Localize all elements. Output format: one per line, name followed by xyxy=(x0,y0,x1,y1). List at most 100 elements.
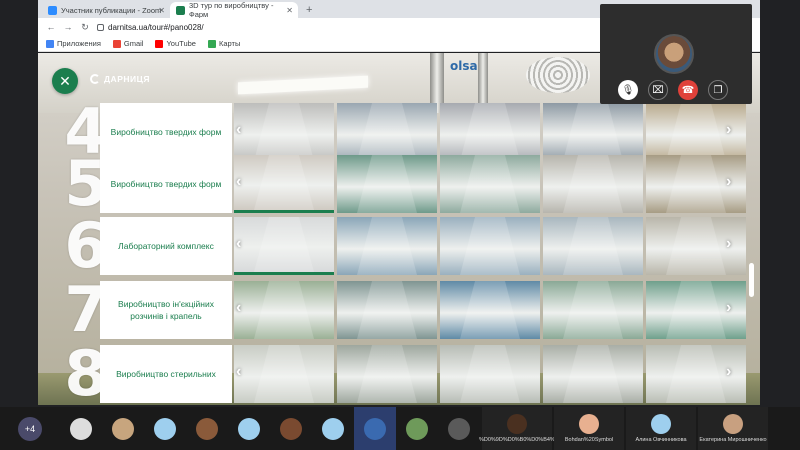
close-button[interactable]: ✕ xyxy=(52,68,78,94)
participant-tile[interactable] xyxy=(354,407,396,450)
scroll-right-icon[interactable]: › xyxy=(726,363,731,381)
bookmark-gmail[interactable]: Gmail xyxy=(112,39,144,48)
tab-zoom[interactable]: Участник публикации - Zoom ✕ xyxy=(42,2,170,18)
participant-tile[interactable]: Екатерина Мирошниченко xyxy=(698,407,768,450)
video-off-icon[interactable]: ⌧ xyxy=(648,80,668,100)
zoom-video-panel: 🎙 ⌧ ☎ ❐ xyxy=(600,4,752,104)
avatar xyxy=(154,417,176,440)
back-icon[interactable]: ← xyxy=(46,22,56,32)
section-label-card[interactable]: Лабораторний комплекс xyxy=(100,217,232,275)
microphone-icon[interactable]: 🎙 xyxy=(618,80,638,100)
participant-tile[interactable] xyxy=(438,407,480,450)
participant-tile[interactable] xyxy=(270,407,312,450)
panorama-thumbnails xyxy=(234,155,746,213)
tour-section-row[interactable]: 7 Виробництво ін'єкційних розчинів і крап… xyxy=(60,277,746,343)
panorama-thumbnail[interactable] xyxy=(234,345,334,403)
panorama-thumbnail[interactable] xyxy=(337,103,437,161)
panorama-thumbnail[interactable] xyxy=(440,155,540,213)
darnitsa-logo-icon xyxy=(90,74,100,84)
section-label-card[interactable]: Виробництво твердих форм xyxy=(100,103,232,161)
panorama-thumbnail[interactable] xyxy=(440,281,540,339)
participant-tile[interactable] xyxy=(312,407,354,450)
ceiling-vent xyxy=(526,57,590,93)
close-tab-icon[interactable]: ✕ xyxy=(158,6,165,15)
panorama-thumbnails xyxy=(234,217,746,275)
avatar xyxy=(196,417,218,440)
panorama-thumbnail[interactable] xyxy=(234,103,334,161)
participant-tile[interactable]: Bohdan%20Symbol xyxy=(554,407,624,450)
panorama-thumbnail[interactable] xyxy=(543,217,643,275)
tour-section-row[interactable]: 5 Виробництво твердих форм ‹ › xyxy=(60,151,746,217)
forward-icon[interactable]: → xyxy=(63,22,73,32)
participant-tile[interactable] xyxy=(396,407,438,450)
gmail-icon xyxy=(112,39,121,48)
scrollbar-handle[interactable] xyxy=(749,263,754,297)
scroll-left-icon[interactable]: ‹ xyxy=(236,173,241,191)
scroll-right-icon[interactable]: › xyxy=(726,235,731,253)
zoom-icon xyxy=(48,5,57,15)
bookmark-label: Gmail xyxy=(123,39,144,48)
scroll-right-icon[interactable]: › xyxy=(726,121,731,139)
avatar xyxy=(579,414,599,434)
panorama-thumbnail[interactable] xyxy=(234,217,334,275)
scroll-left-icon[interactable]: ‹ xyxy=(236,299,241,317)
section-label: Виробництво стерильних xyxy=(116,369,216,379)
tour-section-row[interactable]: 4 Виробництво твердих форм ‹ › xyxy=(60,99,746,165)
scroll-left-icon[interactable]: ‹ xyxy=(236,235,241,253)
participant-name: %D0%9D%D0%B0%D0%B4%D0%B5%D0%B6... xyxy=(479,437,555,443)
scroll-left-icon[interactable]: ‹ xyxy=(236,121,241,139)
panorama-thumbnail[interactable] xyxy=(337,217,437,275)
panorama-thumbnail[interactable] xyxy=(543,281,643,339)
bookmark-label: YouTube xyxy=(166,39,196,48)
participant-name: Екатерина Мирошниченко xyxy=(699,437,767,443)
end-call-icon[interactable]: ☎ xyxy=(678,80,698,100)
panorama-thumbnail[interactable] xyxy=(337,155,437,213)
screen: Участник публикации - Zoom ✕ 3D тур по в… xyxy=(0,0,800,450)
participant-tile[interactable] xyxy=(102,407,144,450)
avatar xyxy=(238,417,260,440)
participant-tile[interactable] xyxy=(144,407,186,450)
youtube-icon xyxy=(155,39,164,48)
panorama-thumbnail[interactable] xyxy=(440,217,540,275)
bookmark-apps[interactable]: Приложения xyxy=(46,39,101,48)
participant-tile[interactable]: %D0%9D%D0%B0%D0%B4%D0%B5%D0%B6... xyxy=(479,407,555,450)
address-bar[interactable]: darnitsa.ua/tour#/pano028/ xyxy=(97,23,204,32)
section-label-card[interactable]: Виробництво ін'єкційних розчинів і крапе… xyxy=(100,281,232,339)
scroll-right-icon[interactable]: › xyxy=(726,299,731,317)
reload-icon[interactable]: ↻ xyxy=(80,22,90,33)
section-label-card[interactable]: Виробництво стерильних xyxy=(100,345,232,403)
tab-tour[interactable]: 3D тур по виробництву - Фарм ✕ xyxy=(170,1,298,19)
panorama-thumbnail[interactable] xyxy=(337,345,437,403)
panorama-thumbnail[interactable] xyxy=(440,345,540,403)
panorama-thumbnail[interactable] xyxy=(337,281,437,339)
panorama-thumbnail[interactable] xyxy=(543,345,643,403)
section-label: Виробництво твердих форм xyxy=(110,179,222,189)
zoom-controls: 🎙 ⌧ ☎ ❐ xyxy=(618,80,728,100)
avatar xyxy=(322,417,344,440)
tour-section-row[interactable]: 8 Виробництво стерильних ‹ › xyxy=(60,341,746,405)
bookmark-maps[interactable]: Карты xyxy=(207,39,240,48)
bookmark-youtube[interactable]: YouTube xyxy=(155,39,196,48)
participant-tile[interactable] xyxy=(228,407,270,450)
more-participants-button[interactable]: +4 xyxy=(18,416,42,441)
avatar xyxy=(280,417,302,440)
participant-tile[interactable] xyxy=(186,407,228,450)
panorama-thumbnail[interactable] xyxy=(543,103,643,161)
tour-viewport[interactable]: olsa ✕ ДАРНИЦЯ 4 Виробництво твердих форм… xyxy=(38,53,760,405)
tour-section-row[interactable]: 6 Лабораторний комплекс ‹ › xyxy=(60,213,746,279)
new-tab-button[interactable]: + xyxy=(298,4,320,18)
panorama-thumbnail[interactable] xyxy=(234,281,334,339)
participant-tile[interactable] xyxy=(60,407,102,450)
section-label-card[interactable]: Виробництво твердих форм xyxy=(100,155,232,213)
switch-view-icon[interactable]: ❐ xyxy=(708,80,728,100)
panorama-thumbnail[interactable] xyxy=(543,155,643,213)
brand-logo: ДАРНИЦЯ xyxy=(90,74,150,84)
participant-strip: +4 %D0%9D%D0%B0%D0%B4%D0%B5%D0%B6... Bohd… xyxy=(0,407,800,450)
scroll-left-icon[interactable]: ‹ xyxy=(236,363,241,381)
panorama-thumbnail[interactable] xyxy=(440,103,540,161)
panorama-thumbnail[interactable] xyxy=(234,155,334,213)
close-tab-icon[interactable]: ✕ xyxy=(286,6,293,15)
bookmark-label: Приложения xyxy=(57,39,101,48)
participant-tile[interactable]: Алина Овчинникова xyxy=(626,407,696,450)
scroll-right-icon[interactable]: › xyxy=(726,173,731,191)
